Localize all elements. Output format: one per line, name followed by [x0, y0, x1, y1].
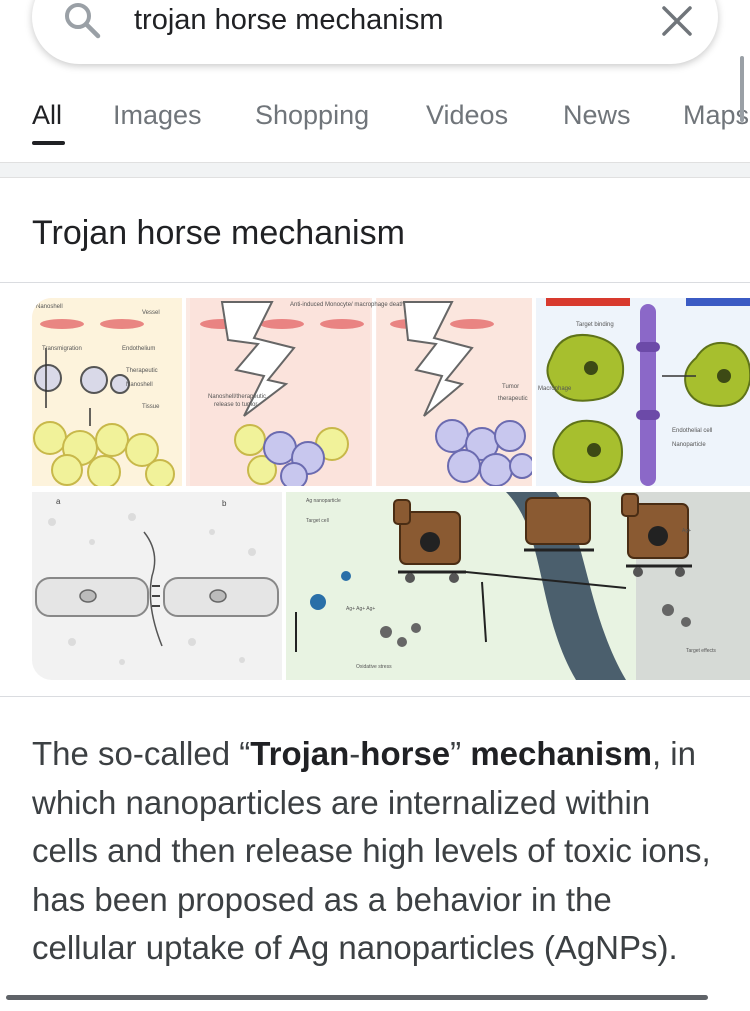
image-caption: Anti-induced Monocyte/ macrophage death: [290, 302, 404, 308]
svg-text:Ag+ Ag+ Ag+: Ag+ Ag+ Ag+: [346, 606, 375, 612]
home-indicator[interactable]: [6, 995, 708, 1000]
svg-text:Ag nanoparticle: Ag nanoparticle: [306, 498, 341, 504]
search-input[interactable]: trojan horse mechanism: [134, 4, 443, 37]
svg-text:Endothelial cell: Endothelial cell: [672, 428, 712, 434]
svg-text:Vessel: Vessel: [142, 310, 160, 316]
svg-text:Target cell: Target cell: [306, 518, 329, 524]
snippet-text: ”: [450, 735, 471, 772]
search-bar[interactable]: trojan horse mechanism: [32, 0, 718, 64]
scrollbar[interactable]: [740, 56, 744, 122]
svg-text:b: b: [222, 499, 227, 508]
tab-shopping[interactable]: Shopping: [255, 100, 369, 131]
svg-text:Nanoshell: Nanoshell: [36, 304, 63, 310]
image-result-1[interactable]: Nanoshell Vessel Transmigration Endotheliu…: [32, 298, 532, 486]
svg-text:Target effects: Target effects: [686, 648, 716, 654]
close-icon[interactable]: [660, 4, 694, 38]
image-result-2[interactable]: Target binding Macrophage Endothelial cel…: [536, 298, 750, 486]
svg-text:Tissue: Tissue: [142, 404, 160, 410]
svg-text:a: a: [56, 497, 61, 506]
snippet-text: -: [349, 735, 361, 772]
image-result-3[interactable]: a b: [32, 492, 282, 680]
section-separator: [0, 162, 750, 178]
divider: [0, 282, 750, 283]
tab-images[interactable]: Images: [113, 100, 202, 131]
result-snippet: The so-called “Trojan-horse” mechanism, …: [32, 730, 722, 973]
search-tabs: All Images Shopping Videos News Maps: [0, 96, 750, 148]
svg-text:Macrophage: Macrophage: [538, 386, 572, 392]
svg-text:Ag+: Ag+: [682, 528, 691, 534]
image-grid: Nanoshell Vessel Transmigration Endotheliu…: [32, 298, 750, 680]
divider: [0, 696, 750, 697]
svg-text:Therapeutic: Therapeutic: [126, 368, 158, 374]
snippet-bold: Trojan: [250, 735, 350, 772]
tab-all[interactable]: All: [32, 100, 62, 131]
svg-text:Nanoshell: Nanoshell: [126, 382, 153, 388]
svg-text:Oxidative stress: Oxidative stress: [356, 664, 392, 670]
svg-text:Tumor: Tumor: [502, 384, 519, 390]
svg-text:release to tumor: release to tumor: [214, 402, 257, 408]
search-icon[interactable]: [62, 0, 102, 40]
tab-videos[interactable]: Videos: [426, 100, 508, 131]
svg-text:Endothelium: Endothelium: [122, 346, 155, 352]
svg-text:therapeutic: therapeutic: [498, 396, 528, 402]
snippet-bold: horse: [360, 735, 451, 772]
snippet-bold: mechanism: [470, 735, 652, 772]
card-title: Trojan horse mechanism: [32, 214, 405, 252]
svg-text:Transmigration: Transmigration: [42, 346, 82, 352]
snippet-text: The so-called “: [32, 735, 251, 772]
svg-text:Target binding: Target binding: [576, 322, 614, 328]
svg-text:Nanoparticle: Nanoparticle: [672, 442, 706, 448]
active-tab-indicator: [32, 141, 65, 145]
svg-text:Nanoshell/therapeutic: Nanoshell/therapeutic: [208, 394, 266, 400]
tab-news[interactable]: News: [563, 100, 631, 131]
image-result-4[interactable]: Ag nanoparticle Target cell Ag+ Ag+ Ag+ Ox…: [286, 492, 750, 680]
